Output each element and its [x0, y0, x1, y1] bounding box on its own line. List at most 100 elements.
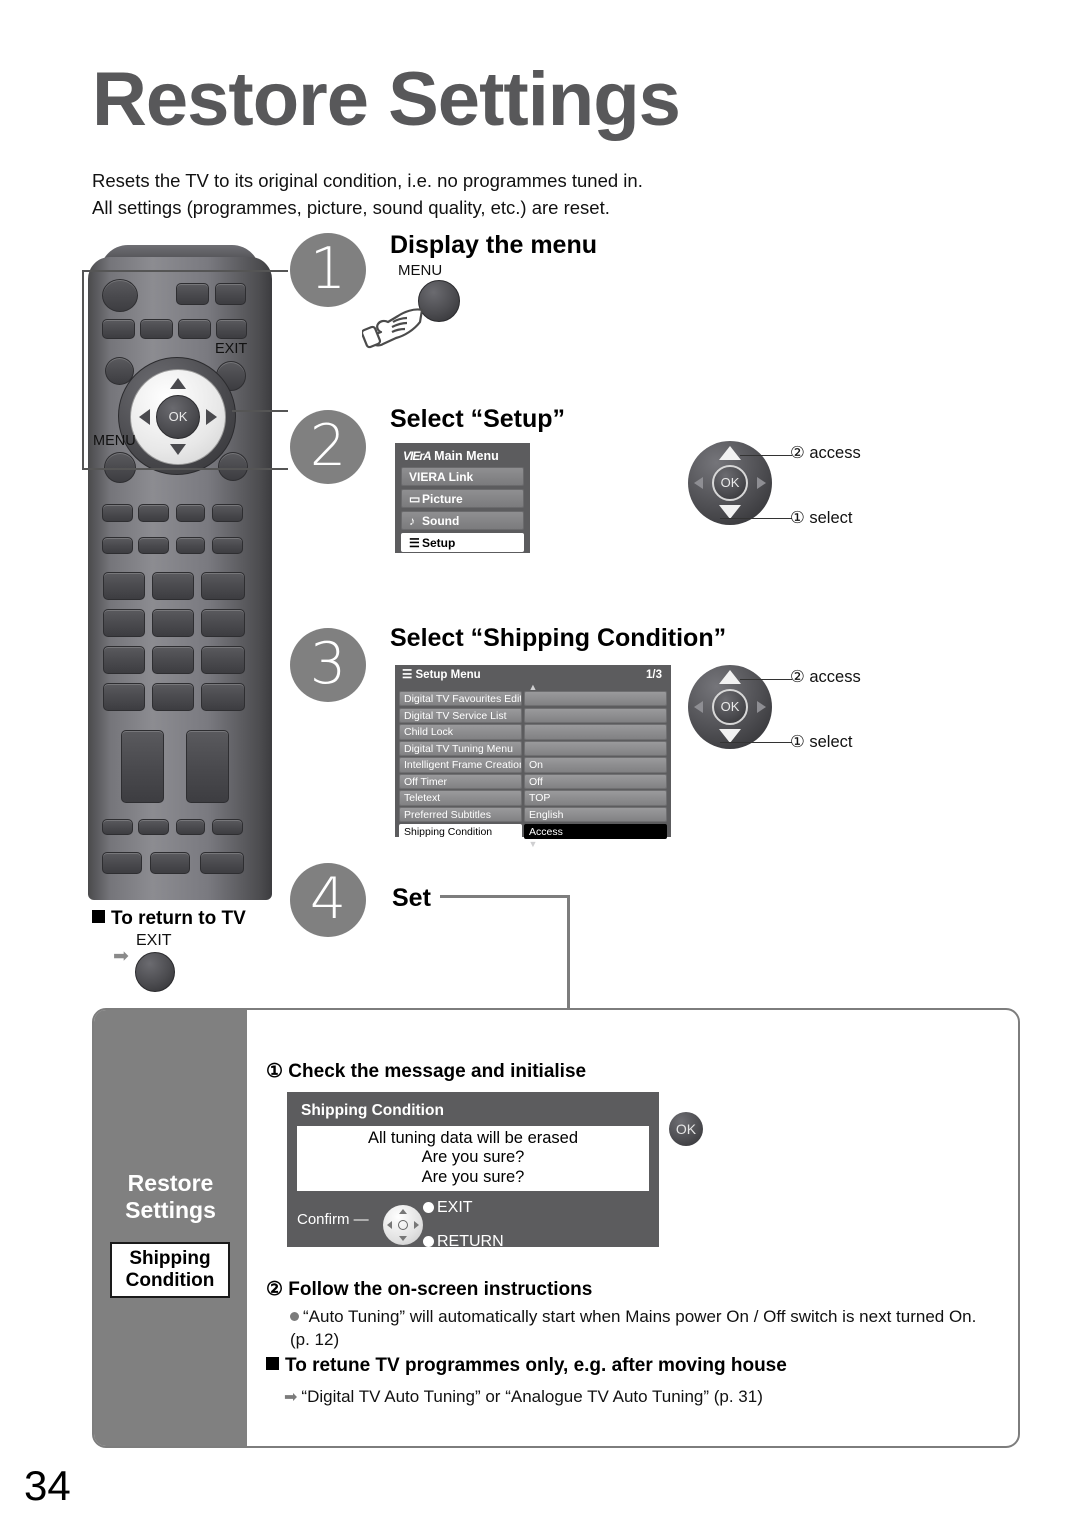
dialog-message: All tuning data will be erased Are you s…: [297, 1126, 649, 1192]
setup-menu-row[interactable]: Child Lock: [399, 724, 667, 740]
menu-item-setup[interactable]: ☰ Setup: [401, 533, 524, 552]
setup-menu-row-value: On: [524, 757, 667, 773]
callout-line-dpad: [232, 410, 288, 412]
return-to-tv-heading: To return to TV: [92, 908, 246, 930]
callout-line-step1: [92, 270, 288, 272]
setup-menu-row-key: Digital TV Tuning Menu: [399, 740, 522, 757]
intro-line-1: Resets the TV to its original condition,…: [92, 170, 643, 191]
mini-dpad-down-icon: [399, 1236, 407, 1242]
setup-menu-row-value: [524, 740, 667, 757]
menu-item-label: Picture: [422, 492, 463, 506]
setup-menu-row[interactable]: Off Timer Off: [399, 773, 667, 790]
setup-menu-row[interactable]: Teletext TOP: [399, 790, 667, 806]
setup-menu-row-key: Teletext: [399, 790, 522, 806]
remote-button: [152, 646, 194, 674]
setup-menu-row[interactable]: Preferred Subtitles English: [399, 807, 667, 823]
step1-menu-label: MENU: [398, 262, 443, 279]
panel-sub2-bullet: “Auto Tuning” will automatically start w…: [290, 1306, 1000, 1352]
menu-item-sound[interactable]: ♪ Sound: [401, 511, 524, 530]
panel-sub2-title: ② Follow the on-screen instructions: [266, 1279, 593, 1300]
nav-select-leader: [720, 742, 792, 743]
remote-button: [201, 683, 245, 711]
remote-exit-label: EXIT: [215, 341, 248, 357]
setup-menu: ☰ Setup Menu 1/3 ▲ Digital TV Favourites…: [395, 665, 671, 849]
panel-sub3-bullet-text: “Digital TV Auto Tuning” or “Analogue TV…: [301, 1387, 763, 1406]
dialog-exit-label: EXIT: [437, 1199, 473, 1217]
menu-item-label: Setup: [422, 536, 456, 550]
mini-dpad-up-icon: [399, 1209, 407, 1215]
nav-up-icon[interactable]: [719, 446, 741, 460]
menu-item-label: Sound: [422, 514, 460, 528]
scroll-up-icon[interactable]: ▲: [399, 683, 667, 692]
dialog-exit-item[interactable]: EXIT: [423, 1199, 473, 1217]
setup-menu-row-value: Off: [524, 773, 667, 790]
viera-main-menu: VIErA Main Menu VIERA Link ▭ Picture ♪ Sou…: [395, 443, 530, 553]
nav-down-icon[interactable]: [719, 505, 741, 519]
step-2-heading: Select “Setup”: [390, 405, 566, 433]
setup-menu-row[interactable]: Shipping Condition Access: [399, 823, 667, 840]
callout-line-step2: [92, 468, 288, 470]
nav-access-leader: [740, 679, 792, 680]
remote-button: [102, 819, 133, 835]
remote-button: [138, 819, 169, 835]
setup-menu-row-key: Off Timer: [399, 773, 522, 790]
dialog-title: Shipping Condition: [301, 1102, 444, 1119]
setup-menu-row-value: TOP: [524, 790, 667, 806]
dpad-left-icon: [139, 409, 150, 425]
setup-menu-row[interactable]: Intelligent Frame Creation On: [399, 757, 667, 773]
nav-left-icon[interactable]: [694, 701, 703, 713]
nav-ok-button[interactable]: OK: [712, 689, 748, 725]
setup-menu-page-indicator: 1/3: [646, 669, 662, 681]
setup-menu-row[interactable]: Digital TV Service List: [399, 707, 667, 723]
remote-button: [200, 852, 244, 874]
viera-menu-header: VIErA Main Menu: [403, 449, 524, 463]
menu-item-viera-link[interactable]: VIERA Link: [401, 467, 524, 486]
mini-dpad-icon[interactable]: [383, 1205, 423, 1246]
step-2-number: 2: [290, 410, 366, 484]
nav-ring-step3[interactable]: OK: [688, 665, 772, 749]
remote-large-button: [121, 730, 164, 803]
nav-ok-button[interactable]: OK: [712, 465, 748, 501]
step-1-heading: Display the menu: [390, 231, 597, 259]
nav-up-icon[interactable]: [719, 670, 741, 684]
mini-dpad-center-icon: [398, 1220, 408, 1231]
panel-sub3-bullet: ➡ “Digital TV Auto Tuning” or “Analogue T…: [284, 1386, 1004, 1409]
panel-sub1-title: ① Check the message and initialise: [266, 1061, 587, 1082]
remote-button: [102, 537, 133, 554]
setup-menu-row-key: Child Lock: [399, 724, 522, 740]
panel-sidebar: Restore Settings Shipping Condition: [94, 1010, 247, 1446]
dialog-return-label: RETURN: [437, 1233, 504, 1251]
viera-menu-title: Main Menu: [434, 449, 499, 463]
nav-down-icon[interactable]: [719, 729, 741, 743]
intro-line-2: All settings (programmes, picture, sound…: [92, 196, 610, 218]
scroll-down-icon[interactable]: ▼: [399, 840, 667, 849]
remote-button: [103, 572, 145, 600]
setup-menu-row[interactable]: Digital TV Tuning Menu: [399, 740, 667, 757]
panel-sub2-bullet-text: “Auto Tuning” will automatically start w…: [290, 1307, 977, 1349]
nav-ring-step2[interactable]: OK: [688, 441, 772, 525]
nav-right-icon[interactable]: [757, 477, 766, 489]
setup-menu-row-value: English: [524, 807, 667, 823]
side-box-line-2: Condition: [125, 1269, 215, 1291]
remote-ok-button: OK: [156, 395, 200, 439]
menu-item-picture[interactable]: ▭ Picture: [401, 489, 524, 508]
dialog-return-item[interactable]: RETURN: [423, 1233, 504, 1251]
dialog-message-line-3: Are you sure?: [421, 1167, 525, 1186]
remote-button: [176, 537, 205, 554]
side-box-line-1: Shipping: [129, 1248, 211, 1269]
nav-left-icon[interactable]: [694, 477, 703, 489]
nav-right-icon[interactable]: [757, 701, 766, 713]
list-icon: ☰: [409, 536, 420, 550]
set-connector-v: [567, 897, 570, 1010]
remote-button: [178, 319, 211, 339]
sound-icon: ♪: [409, 514, 415, 528]
return-to-tv-block: To return to TV: [92, 908, 246, 930]
dialog-message-line-1: All tuning data will be erased: [367, 1129, 579, 1147]
setup-menu-row[interactable]: Digital TV Favourites Edit: [399, 691, 667, 707]
remote-button: [150, 852, 190, 874]
remote-button: [201, 572, 245, 600]
mini-dpad-left-icon: [387, 1221, 392, 1230]
side-title-line-1: Restore: [127, 1170, 214, 1196]
dialog-ok-button[interactable]: OK: [669, 1112, 703, 1146]
page-number: 34: [24, 1462, 71, 1509]
